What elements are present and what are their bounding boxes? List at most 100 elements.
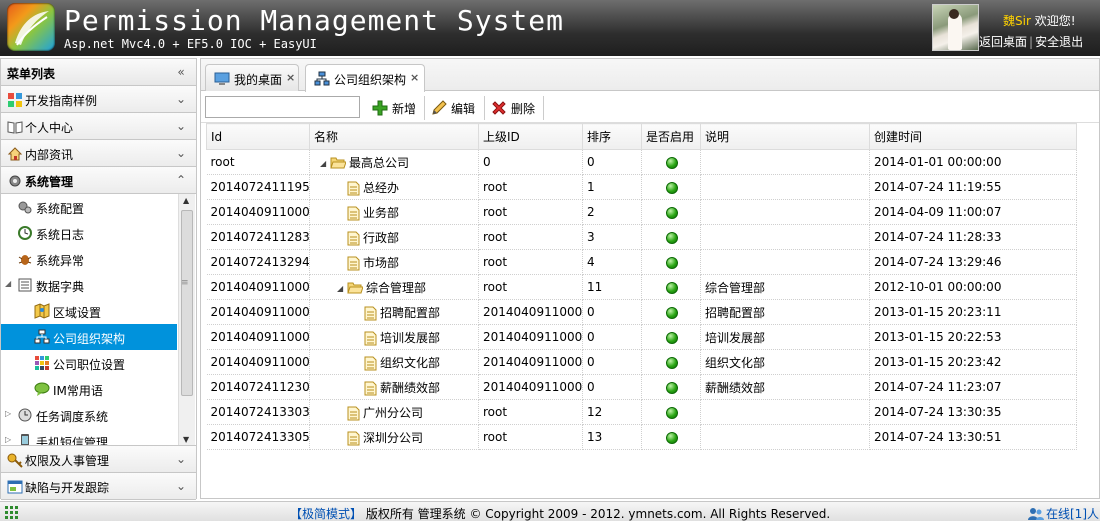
column-header-id[interactable]: Id xyxy=(206,123,310,150)
cell-description xyxy=(700,149,870,175)
cell-enabled xyxy=(641,424,701,450)
enabled-status-icon xyxy=(666,231,678,244)
table-row[interactable]: 20140724112307 薪酬绩效部 20140409110007 0 薪酬绩效部 2… xyxy=(206,374,1077,400)
chevron-down-icon[interactable]: ⌄ xyxy=(174,146,188,160)
grid-colors-icon xyxy=(35,356,49,370)
tree-item-sms-management[interactable]: ▷ 手机短信管理 xyxy=(1,428,177,446)
table-row[interactable]: 20140724111955 总经办 root 1 2014-07-24 11:19:5… xyxy=(206,174,1077,200)
user-avatar[interactable] xyxy=(932,4,979,51)
table-row[interactable]: 20140724112833 行政部 root 3 2014-07-24 11:28:3… xyxy=(206,224,1077,250)
table-row[interactable]: root ◢ 最高总公司 0 0 2014-01-01 00:00:00 xyxy=(206,149,1077,175)
header-links: 返回桌面 | 安全退出 xyxy=(979,35,1084,49)
cell-sort: 3 xyxy=(582,224,642,250)
collapse-left-icon[interactable]: « xyxy=(174,65,188,79)
sidebar-section-dev-guide[interactable]: 开发指南样例 ⌄ xyxy=(1,86,196,113)
file-icon xyxy=(347,256,360,270)
table-row[interactable]: 20140724133035 广州分公司 root 12 2014-07-24 13:3… xyxy=(206,399,1077,425)
app-title: Permission Management System xyxy=(64,4,565,37)
chevron-down-icon[interactable]: ⌄ xyxy=(174,479,188,493)
tree-item-label: 公司组织架构 xyxy=(53,332,126,346)
enabled-status-icon xyxy=(666,331,678,344)
back-to-desktop-link[interactable]: 返回桌面 xyxy=(979,35,1027,49)
column-header-created[interactable]: 创建时间 xyxy=(869,123,1077,150)
cell-parent-id: root xyxy=(478,249,583,275)
sidebar-section-system[interactable]: 系统管理 ⌃ xyxy=(1,167,196,194)
cell-description: 薪酬绩效部 xyxy=(700,374,870,400)
tree-item-im-phrases[interactable]: IM常用语 xyxy=(1,376,177,402)
tree-item-data-dictionary[interactable]: ◢ 数据字典 xyxy=(1,272,177,298)
expand-toggle-icon[interactable]: ▷ xyxy=(5,435,14,444)
simple-mode-link[interactable]: 【极简模式】 xyxy=(290,507,362,521)
search-input[interactable] xyxy=(205,96,360,118)
close-icon[interactable]: × xyxy=(286,71,295,84)
cell-enabled xyxy=(641,349,701,375)
app-subtitle: Asp.net Mvc4.0 + EF5.0 IOC + EasyUI xyxy=(64,37,317,51)
system-menu-tree: 系统配置 系统日志 系统异常 ◢ 数据字典 区域设置 公司组织架构 公司职位设置 xyxy=(1,194,196,446)
column-header-enabled[interactable]: 是否启用 xyxy=(641,123,701,150)
tree-item-org-structure[interactable]: 公司组织架构 xyxy=(1,324,177,350)
tree-expand-icon[interactable]: ◢ xyxy=(337,284,347,293)
toolbar-separator xyxy=(424,96,425,120)
scrollbar-thumb[interactable] xyxy=(181,210,193,396)
cell-created: 2013-01-15 20:23:11 xyxy=(869,299,1077,325)
chevron-up-icon[interactable]: ⌃ xyxy=(174,173,188,187)
tree-item-system-error[interactable]: 系统异常 xyxy=(1,246,177,272)
tree-item-label: 手机短信管理 xyxy=(36,436,109,446)
column-header-sort[interactable]: 排序 xyxy=(582,123,642,150)
table-row[interactable]: 20140724132946 市场部 root 4 2014-07-24 13:29:4… xyxy=(206,249,1077,275)
gears-icon xyxy=(18,201,32,214)
tab-org-structure[interactable]: 公司组织架构 × xyxy=(305,64,425,92)
table-row[interactable]: 20140409110007 培训发展部 20140409110007 0 培训发展部 2… xyxy=(206,324,1077,350)
table-row[interactable]: 20140409110007 业务部 root 2 2014-04-09 11:00:0… xyxy=(206,199,1077,225)
file-icon xyxy=(364,306,377,320)
chevron-down-icon[interactable]: ⌄ xyxy=(174,92,188,106)
close-icon[interactable]: × xyxy=(410,71,419,84)
tree-expand-icon[interactable]: ◢ xyxy=(320,159,330,168)
enabled-status-icon xyxy=(666,406,678,419)
expand-toggle-icon[interactable]: ▷ xyxy=(5,409,14,418)
user-name: 魏Sir xyxy=(1003,14,1031,28)
sidebar-section-permissions[interactable]: 权限及人事管理 ⌄ xyxy=(1,446,196,473)
tree-item-system-log[interactable]: 系统日志 xyxy=(1,220,177,246)
cell-sort: 0 xyxy=(582,374,642,400)
table-row[interactable]: 20140409110007 组织文化部 20140409110007 0 组织文化部 2… xyxy=(206,349,1077,375)
cell-name: 业务部 xyxy=(309,199,479,225)
scroll-up-icon[interactable]: ▲ xyxy=(183,196,189,205)
sidebar-section-defects[interactable]: 缺陷与开发跟踪 ⌄ xyxy=(1,473,196,500)
sidebar-scrollbar[interactable]: ▲ ≡ ▼ xyxy=(178,194,195,445)
table-row[interactable]: 20140724133051 深圳分公司 root 13 2014-07-24 13:3… xyxy=(206,424,1077,450)
scroll-down-icon[interactable]: ▼ xyxy=(183,435,189,444)
expand-toggle-icon[interactable]: ◢ xyxy=(5,279,14,288)
table-row[interactable]: 20140409110007 招聘配置部 20140409110007 0 招聘配置部 2… xyxy=(206,299,1077,325)
edit-label: 编辑 xyxy=(451,102,476,116)
cell-id: 20140724133051 xyxy=(206,424,310,450)
online-users[interactable]: 在线[1]人 xyxy=(1028,505,1099,522)
cell-name: ◢ 综合管理部 xyxy=(309,274,479,300)
tree-item-region-settings[interactable]: 区域设置 xyxy=(1,298,177,324)
file-icon xyxy=(364,356,377,370)
chevron-down-icon[interactable]: ⌄ xyxy=(174,452,188,466)
node-label: 总经办 xyxy=(363,180,400,195)
sidebar-section-news[interactable]: 内部资讯 ⌄ xyxy=(1,140,196,167)
app-logo xyxy=(7,3,55,51)
delete-label: 删除 xyxy=(511,102,536,116)
tab-my-desktop[interactable]: 我的桌面 × xyxy=(205,64,299,91)
column-header-parent-id[interactable]: 上级ID xyxy=(478,123,583,150)
column-header-name[interactable]: 名称 xyxy=(309,123,479,150)
chevron-down-icon[interactable]: ⌄ xyxy=(174,119,188,133)
tree-item-position-settings[interactable]: 公司职位设置 xyxy=(1,350,177,376)
enabled-status-icon xyxy=(666,431,678,444)
cell-description: 综合管理部 xyxy=(700,274,870,300)
logout-link[interactable]: 安全退出 xyxy=(1035,35,1083,49)
tree-item-task-scheduler[interactable]: ▷ 任务调度系统 xyxy=(1,402,177,428)
sidebar-section-personal[interactable]: 个人中心 ⌄ xyxy=(1,113,196,140)
cell-description xyxy=(700,174,870,200)
table-row[interactable]: 20140409110007 ◢ 综合管理部 root 11 综合管理部 2012-10-0… xyxy=(206,274,1077,300)
key-icon xyxy=(7,453,23,468)
pencil-icon xyxy=(432,100,447,115)
cell-enabled xyxy=(641,399,701,425)
column-header-description[interactable]: 说明 xyxy=(700,123,870,150)
apps-grid-icon[interactable] xyxy=(5,506,18,519)
delete-x-icon xyxy=(492,101,506,115)
tree-item-system-config[interactable]: 系统配置 xyxy=(1,194,177,220)
